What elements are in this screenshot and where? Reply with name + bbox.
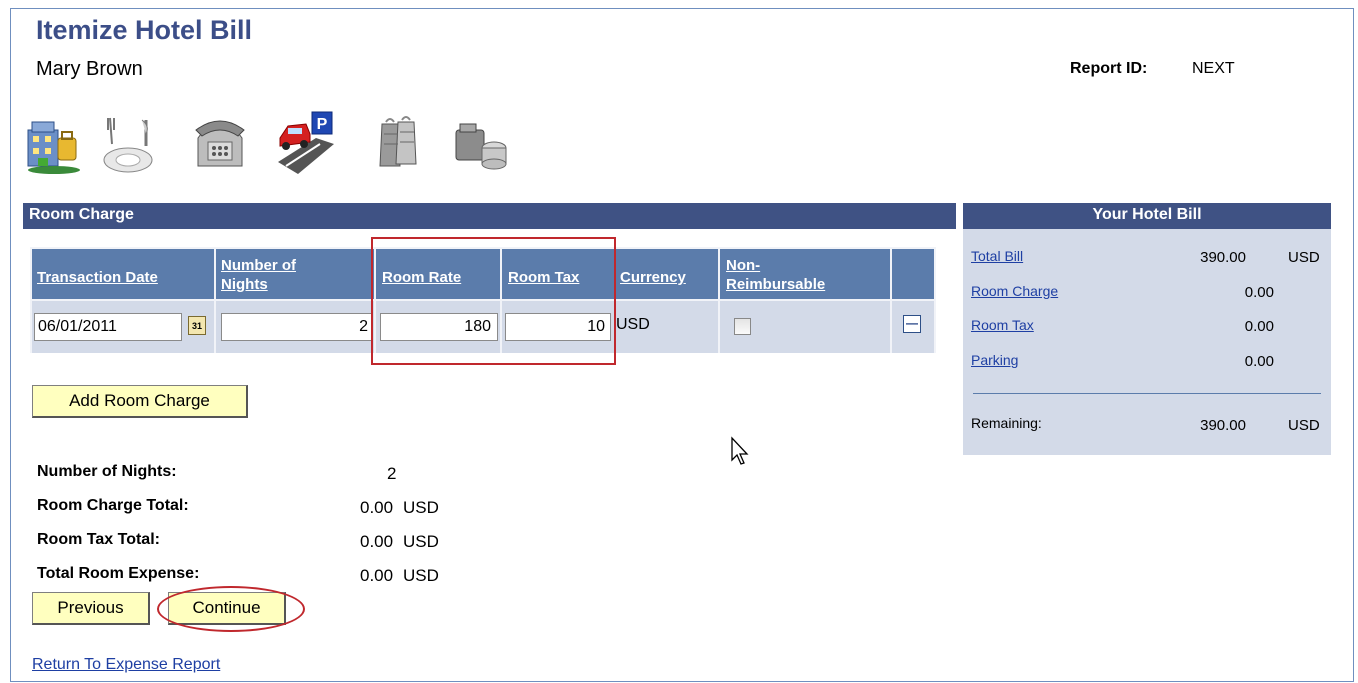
parking-icon[interactable]: P xyxy=(276,108,336,178)
previous-button[interactable]: Previous xyxy=(32,592,150,625)
summary-room-charge-label: Room Charge Total: xyxy=(37,497,189,514)
total-bill-currency: USD xyxy=(1288,249,1320,266)
parking-bill-value: 0.00 xyxy=(1244,353,1274,370)
add-room-charge-button[interactable]: Add Room Charge xyxy=(32,385,248,418)
column-header-number-of-nights[interactable]: Number of Nights xyxy=(216,249,374,299)
column-header-nights-line1: Number of xyxy=(221,257,296,274)
delete-row-icon[interactable]: — xyxy=(903,315,921,333)
non-reimbursable-checkbox[interactable] xyxy=(734,318,751,335)
column-header-currency[interactable]: Currency xyxy=(616,249,718,299)
transaction-date-input[interactable]: 06/01/2011 xyxy=(34,313,182,341)
bill-divider xyxy=(973,393,1321,394)
summary-room-tax-label: Room Tax Total: xyxy=(37,531,160,548)
employee-name: Mary Brown xyxy=(36,58,143,80)
svg-text:P: P xyxy=(317,116,328,133)
mouse-cursor-icon xyxy=(731,436,749,465)
column-header-non-reimbursable[interactable]: Non- Reimbursable xyxy=(720,249,890,299)
column-header-nonreimb-line1: Non- xyxy=(726,257,761,274)
room-tax-link[interactable]: Room Tax xyxy=(971,317,1034,333)
telephone-icon[interactable] xyxy=(190,108,250,178)
report-id-label: Report ID: xyxy=(1070,60,1148,77)
page-title: Itemize Hotel Bill xyxy=(36,15,253,45)
laundry-icon[interactable] xyxy=(372,108,432,178)
summary-total-currency: USD xyxy=(403,566,439,585)
parking-link[interactable]: Parking xyxy=(971,352,1018,368)
summary-total-value: 0.00 xyxy=(360,566,394,585)
remaining-value: 390.00 xyxy=(1200,417,1246,434)
summary-room-charge-currency: USD xyxy=(403,498,439,517)
column-header-transaction-date[interactable]: Transaction Date xyxy=(32,249,214,299)
hotel-icon[interactable] xyxy=(24,108,84,178)
summary-room-tax-value: 0.00 xyxy=(360,532,394,551)
miscellaneous-icon[interactable] xyxy=(452,108,512,178)
rate-tax-highlight xyxy=(371,237,616,365)
calendar-icon[interactable]: 31 xyxy=(188,316,206,335)
summary-nights-value: 2 xyxy=(387,464,397,483)
room-charge-section-header: Room Charge xyxy=(23,203,956,229)
room-charge-link[interactable]: Room Charge xyxy=(971,283,1058,299)
currency-value: USD xyxy=(616,316,650,333)
room-charge-bill-value: 0.00 xyxy=(1244,284,1274,301)
dining-icon[interactable] xyxy=(98,108,158,178)
column-header-nights-line2: Nights xyxy=(221,276,268,293)
number-of-nights-input[interactable]: 2 xyxy=(221,313,372,341)
report-id-value: NEXT xyxy=(1192,60,1235,77)
column-header-nonreimb-line2: Reimbursable xyxy=(726,276,826,293)
column-header-actions xyxy=(892,249,934,299)
summary-total-label: Total Room Expense: xyxy=(37,565,200,582)
continue-highlight xyxy=(157,586,305,632)
summary-room-charge-value: 0.00 xyxy=(360,498,394,517)
hotel-bill-header: Your Hotel Bill xyxy=(963,203,1331,229)
summary-nights-label: Number of Nights: xyxy=(37,463,177,480)
total-bill-link[interactable]: Total Bill xyxy=(971,248,1023,264)
room-tax-bill-value: 0.00 xyxy=(1244,318,1274,335)
total-bill-value: 390.00 xyxy=(1200,249,1246,266)
remaining-label: Remaining: xyxy=(971,415,1042,431)
return-to-expense-report-link[interactable]: Return To Expense Report xyxy=(32,656,220,674)
summary-room-tax-currency: USD xyxy=(403,532,439,551)
remaining-currency: USD xyxy=(1288,417,1320,434)
